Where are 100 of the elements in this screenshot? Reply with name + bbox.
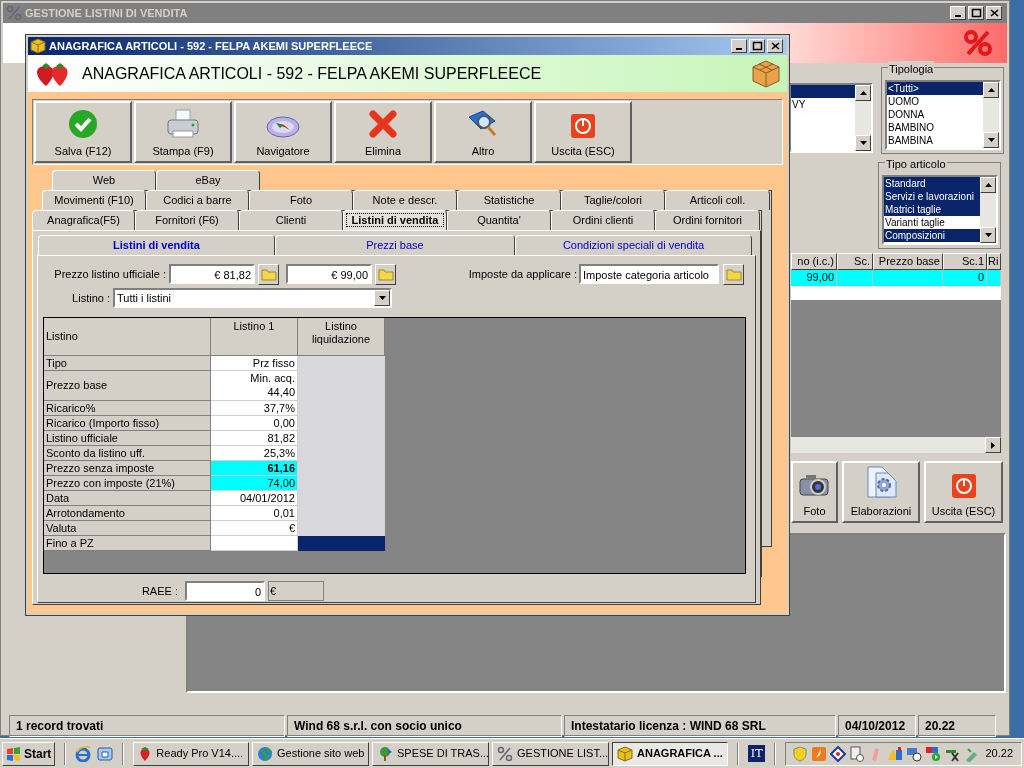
tab[interactable]: Clienti: [239, 210, 343, 230]
start-button[interactable]: Start: [2, 741, 56, 766]
maximize-icon: [969, 7, 983, 19]
tab[interactable]: Ordini clienti: [551, 210, 655, 230]
up-arrow-icon: [984, 183, 992, 187]
tab[interactable]: Note e descr.: [353, 190, 457, 210]
column-header[interactable]: Listino liquidazione: [298, 318, 385, 356]
filter-list[interactable]: VY: [789, 83, 873, 153]
close-button[interactable]: [767, 39, 783, 53]
row-header: Arrotondamento: [44, 506, 211, 521]
table-row[interactable]: 99,00 0: [791, 270, 1001, 286]
subtab[interactable]: Listini di vendita: [38, 235, 275, 255]
desktop-icon[interactable]: [97, 745, 114, 762]
unit-field: €: [268, 581, 324, 601]
scroll-down-button[interactable]: [980, 227, 996, 243]
row-header: Listino ufficiale: [44, 431, 211, 446]
column-header[interactable]: Sc.: [837, 253, 873, 270]
tax-field[interactable]: Imposte categoria articolo: [579, 264, 719, 284]
tab[interactable]: Anagrafica(F5): [32, 210, 135, 230]
scrollbar[interactable]: [983, 82, 999, 148]
tab[interactable]: Web: [52, 170, 156, 190]
folder-button[interactable]: [375, 263, 396, 285]
column-header[interactable]: Listino 1: [211, 318, 298, 356]
taskbar-button[interactable]: ANAGRAFICA ...: [612, 741, 728, 766]
document-icon[interactable]: [849, 745, 866, 762]
list-item[interactable]: Matrici taglie: [884, 203, 980, 216]
list-item[interactable]: Standard: [884, 177, 980, 190]
scroll-up-button[interactable]: [983, 82, 999, 98]
scrollbar[interactable]: [855, 85, 871, 151]
minimize-button[interactable]: [731, 39, 747, 53]
tab[interactable]: Codici a barre: [146, 190, 249, 210]
raee-field[interactable]: 0: [185, 581, 265, 601]
list-item[interactable]: Composizioni: [884, 229, 980, 242]
price-field[interactable]: € 99,00: [286, 264, 372, 284]
scroll-down-button[interactable]: [855, 135, 871, 151]
tab[interactable]: Fornitori (F6): [135, 210, 239, 230]
row-header: Prezzo base: [44, 371, 211, 401]
taskbar-button[interactable]: SPESE DI TRAS...: [372, 741, 489, 766]
tab[interactable]: Listini di vendita: [343, 210, 447, 230]
scrollbar[interactable]: [791, 437, 1001, 453]
tipologia-list[interactable]: <Tutti> UOMO DONNA BAMBINO BAMBINA: [885, 80, 1001, 150]
scroll-down-button[interactable]: [983, 132, 999, 148]
processing-button[interactable]: Elaborazioni: [842, 461, 920, 523]
globe-icon: [257, 745, 273, 762]
listino-dropdown[interactable]: Tutti i listini: [113, 288, 392, 308]
selected-cell[interactable]: [298, 536, 385, 551]
photo-button[interactable]: Foto: [791, 461, 838, 523]
language-indicator[interactable]: IT: [747, 745, 766, 762]
column-header[interactable]: Ri: [987, 253, 1001, 270]
table-cell: 61,16: [211, 461, 298, 476]
taskbar-button[interactable]: GESTIONE LIST...: [492, 741, 609, 766]
close-button[interactable]: [986, 6, 1002, 20]
column-header[interactable]: Prezzo base: [873, 253, 943, 270]
scroll-right-button[interactable]: [985, 437, 1001, 453]
list-item[interactable]: Servizi e lavorazioni: [884, 190, 980, 203]
taskbar-button[interactable]: Gestione sito web: [252, 741, 369, 766]
tab[interactable]: Taglie/colori: [561, 190, 665, 210]
taskbar-button[interactable]: Ready Pro V14....: [133, 741, 249, 766]
folder-button[interactable]: [258, 263, 279, 285]
scrollbar[interactable]: [980, 177, 996, 243]
diamond-icon[interactable]: [830, 745, 847, 762]
tipo-articolo-list[interactable]: Standard Servizi e lavorazioni Matrici taglie Varianti taglie Composizioni: [882, 175, 998, 245]
dropdown-button[interactable]: [374, 290, 390, 306]
subtab[interactable]: Condizioni speciali di vendita: [515, 235, 752, 255]
tab[interactable]: Quantita': [447, 210, 551, 230]
print-button[interactable]: Stampa (F9): [134, 101, 232, 163]
tab[interactable]: eBay: [156, 170, 260, 190]
network-icon[interactable]: [906, 745, 923, 762]
more-button[interactable]: Altro: [434, 101, 532, 163]
exit-button[interactable]: Uscita (ESC): [534, 101, 632, 163]
column-header[interactable]: Listino: [44, 318, 211, 356]
browser-icon[interactable]: [75, 745, 92, 762]
navigator-button[interactable]: Navigatore: [234, 101, 332, 163]
settings-icon: [864, 464, 898, 499]
subtab[interactable]: Prezzi base: [275, 235, 515, 255]
row-header: Ricarico (Importo fisso): [44, 416, 211, 431]
tab[interactable]: Foto: [249, 190, 353, 210]
save-button[interactable]: Salva (F12): [34, 101, 132, 163]
folder-icon: [725, 267, 742, 281]
list-item[interactable]: <Tutti>: [887, 82, 983, 95]
table-cell: 37,7%: [211, 401, 298, 416]
scroll-up-button[interactable]: [855, 85, 871, 101]
tab[interactable]: Statistiche: [457, 190, 561, 210]
column-header[interactable]: Sc.1: [943, 253, 987, 270]
table-cell-text: Min. acq.: [249, 371, 295, 385]
maximize-button[interactable]: [968, 6, 984, 20]
tab[interactable]: Ordini fornitori: [655, 210, 760, 230]
folder-button[interactable]: [723, 263, 744, 285]
scroll-up-button[interactable]: [980, 177, 996, 193]
table-cell: Prz fisso: [211, 356, 298, 371]
minimize-button[interactable]: [950, 6, 966, 20]
delete-button[interactable]: Elimina: [334, 101, 432, 163]
tab[interactable]: Articoli coll.: [665, 190, 770, 210]
column-header[interactable]: no (i.c.): [791, 253, 837, 270]
price-field[interactable]: € 81,82: [169, 264, 255, 284]
maximize-button[interactable]: [749, 39, 765, 53]
tab[interactable]: Movimenti (F10): [42, 190, 146, 210]
exit-button[interactable]: Uscita (ESC): [924, 461, 1003, 523]
up-arrow-icon: [987, 88, 995, 92]
maximize-icon: [750, 40, 764, 52]
